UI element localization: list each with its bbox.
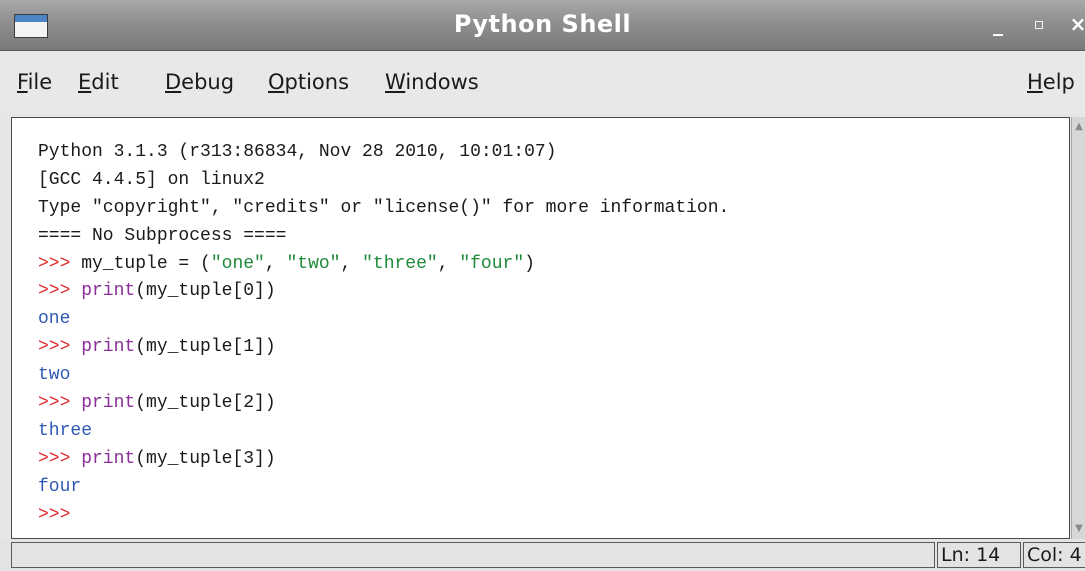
- code-text: ,: [340, 254, 363, 274]
- output-line: one: [38, 309, 71, 329]
- code-text: ,: [437, 254, 460, 274]
- builtin-keyword: print: [70, 393, 136, 413]
- string-literal: "three": [362, 254, 438, 274]
- minimize-icon[interactable]: _: [986, 12, 1010, 36]
- scroll-down-arrow-icon[interactable]: ▼: [1073, 521, 1085, 537]
- output-line: three: [38, 421, 93, 441]
- menu-windows-label: indows: [405, 70, 479, 94]
- shell-prompt: >>>: [38, 449, 71, 469]
- code-text: ): [524, 254, 535, 274]
- status-message-area: [11, 542, 935, 568]
- column-number-indicator: Col: 4: [1023, 542, 1085, 568]
- builtin-keyword: print: [70, 281, 136, 301]
- banner-line: Type "copyright", "credits" or "license(…: [38, 198, 730, 218]
- shell-prompt: >>>: [38, 393, 71, 413]
- input-line: >>> print(my_tuple[0]): [38, 280, 276, 302]
- banner-line: Python 3.1.3 (r313:86834, Nov 28 2010, 1…: [38, 142, 557, 162]
- input-line: >>> my_tuple = ("one", "two", "three", "…: [38, 253, 535, 275]
- menu-windows-accel: W: [385, 70, 406, 94]
- banner-line: ==== No Subprocess ====: [38, 226, 287, 246]
- menu-debug-label: ebug: [181, 70, 235, 94]
- python-shell-window: Python Shell _ ▫ × File Edit Debug Optio…: [0, 0, 1085, 571]
- shell-prompt: >>>: [38, 505, 71, 525]
- close-icon[interactable]: ×: [1066, 12, 1085, 36]
- menu-help-label: elp: [1042, 70, 1075, 94]
- input-line: >>> print(my_tuple[2]): [38, 392, 276, 414]
- code-text: (my_tuple[0]): [135, 281, 276, 301]
- menu-help[interactable]: Help: [1027, 70, 1075, 94]
- menu-options[interactable]: Options: [268, 70, 349, 94]
- menu-debug-accel: D: [165, 70, 182, 94]
- code-text: (my_tuple[2]): [135, 393, 276, 413]
- status-bar: Ln: 14 Col: 4: [0, 540, 1085, 571]
- menu-help-accel: H: [1027, 70, 1043, 94]
- menu-edit-accel: E: [78, 70, 92, 94]
- menu-edit-label: dit: [91, 70, 119, 94]
- banner-line: [GCC 4.4.5] on linux2: [38, 170, 265, 190]
- code-text: (my_tuple[3]): [135, 449, 276, 469]
- shell-text-area[interactable]: Python 3.1.3 (r313:86834, Nov 28 2010, 1…: [11, 117, 1070, 539]
- input-line: >>> print(my_tuple[1]): [38, 336, 276, 358]
- string-literal: "one": [210, 254, 265, 274]
- code-text: my_tuple = (: [70, 254, 211, 274]
- builtin-keyword: print: [70, 337, 136, 357]
- code-text: (my_tuple[1]): [135, 337, 276, 357]
- shell-prompt: >>>: [38, 281, 71, 301]
- input-line[interactable]: >>>: [38, 504, 70, 526]
- output-line: two: [38, 365, 71, 385]
- menu-file[interactable]: File: [17, 70, 52, 94]
- menu-edit[interactable]: Edit: [78, 70, 119, 94]
- input-line: >>> print(my_tuple[3]): [38, 448, 276, 470]
- menu-file-label: ile: [27, 70, 53, 94]
- code-text: ,: [264, 254, 287, 274]
- builtin-keyword: print: [70, 449, 136, 469]
- vertical-scrollbar[interactable]: ▲ ▼: [1071, 117, 1085, 539]
- line-number-indicator: Ln: 14: [937, 542, 1021, 568]
- string-literal: "four": [459, 254, 525, 274]
- shell-prompt: >>>: [38, 337, 71, 357]
- menu-options-label: ptions: [284, 70, 350, 94]
- output-line: four: [38, 477, 82, 497]
- title-bar[interactable]: Python Shell _ ▫ ×: [0, 0, 1085, 51]
- maximize-icon[interactable]: ▫: [1027, 12, 1051, 36]
- string-literal: "two": [286, 254, 341, 274]
- menu-file-accel: F: [17, 70, 28, 94]
- menu-options-accel: O: [268, 70, 285, 94]
- menu-windows[interactable]: Windows: [385, 70, 479, 94]
- window-title: Python Shell: [453, 10, 632, 38]
- scroll-up-arrow-icon[interactable]: ▲: [1073, 119, 1085, 135]
- menu-bar: File Edit Debug Options Windows Help: [0, 51, 1085, 114]
- menu-debug[interactable]: Debug: [165, 70, 234, 94]
- shell-prompt: >>>: [38, 254, 71, 274]
